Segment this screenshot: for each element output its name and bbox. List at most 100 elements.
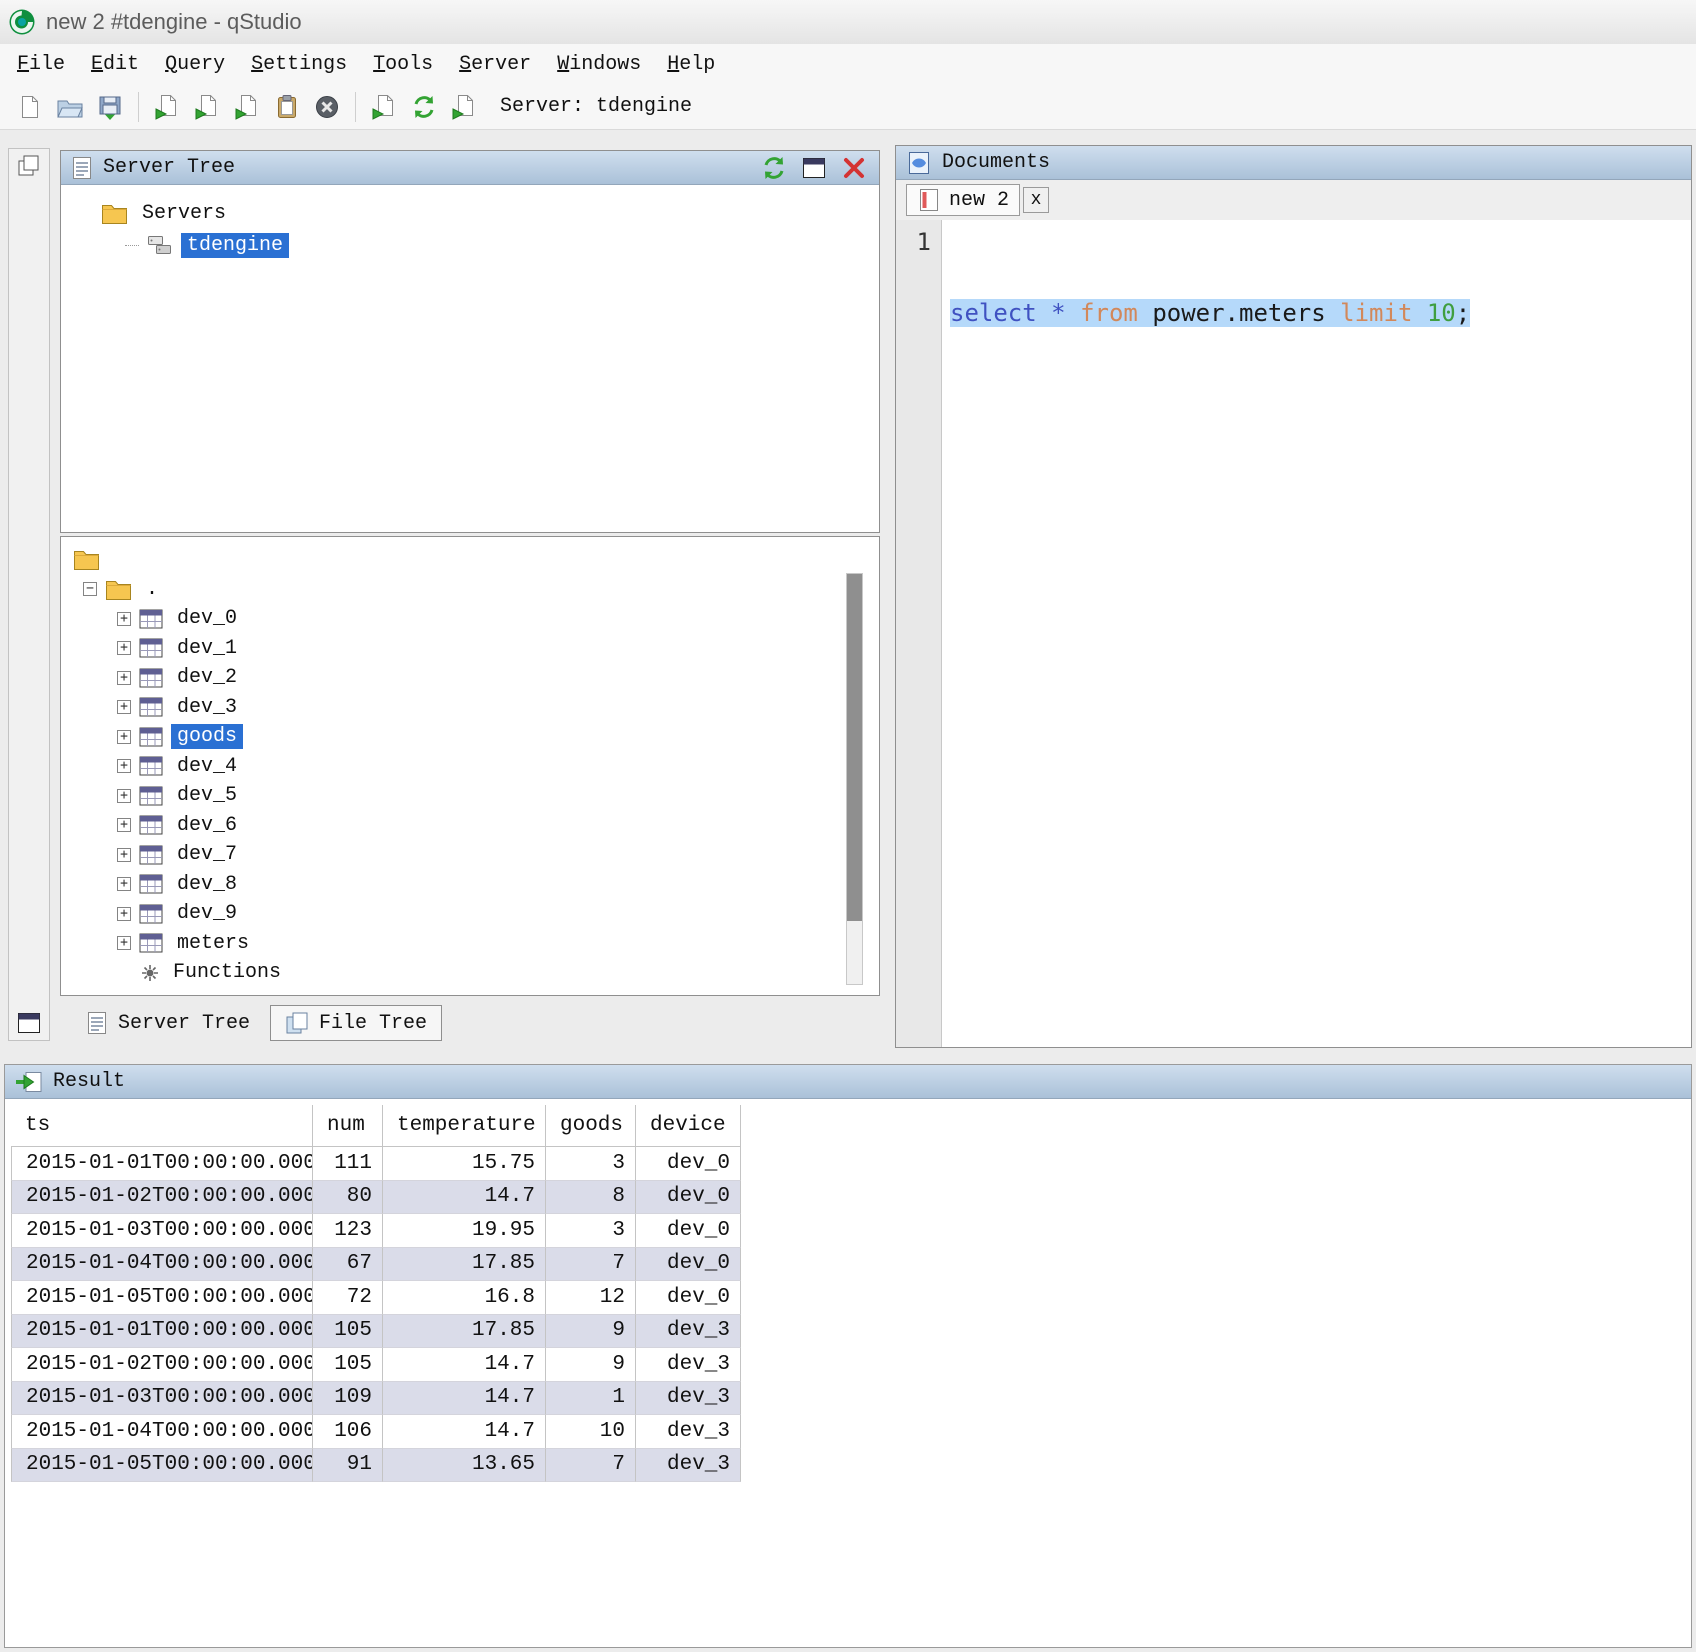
scrollbar-thumb[interactable] <box>847 574 862 921</box>
menu-settings[interactable]: Settings <box>238 48 360 81</box>
table-cell[interactable]: 16.8 <box>383 1281 546 1315</box>
column-header-temperature[interactable]: temperature <box>383 1105 546 1147</box>
execute-statement-icon[interactable] <box>190 90 224 124</box>
table-cell[interactable]: 17.85 <box>383 1315 546 1349</box>
tree-root-folder[interactable] <box>73 545 879 575</box>
table-cell[interactable]: 15.75 <box>383 1147 546 1181</box>
table-cell[interactable]: 2015-01-05T00:00:00.000000 <box>11 1281 313 1315</box>
maximize-icon[interactable] <box>799 154 829 182</box>
column-header-goods[interactable]: goods <box>546 1105 636 1147</box>
table-cell[interactable]: 14.7 <box>383 1181 546 1215</box>
table-row[interactable]: 2015-01-01T00:00:00.00000011115.753dev_0 <box>11 1147 741 1181</box>
expand-box-icon[interactable]: + <box>117 612 131 626</box>
table-cell[interactable]: 105 <box>313 1348 383 1382</box>
paste-icon[interactable] <box>270 90 304 124</box>
table-cell[interactable]: 106 <box>313 1415 383 1449</box>
table-row[interactable]: 2015-01-02T00:00:00.0000008014.78dev_0 <box>11 1181 741 1215</box>
table-cell[interactable]: 91 <box>313 1449 383 1483</box>
table-cell[interactable]: dev_0 <box>636 1147 741 1181</box>
tree-node-dev_8[interactable]: + dev_8 <box>117 870 879 900</box>
table-cell[interactable]: 1 <box>546 1382 636 1416</box>
table-row[interactable]: 2015-01-03T00:00:00.00000012319.953dev_0 <box>11 1214 741 1248</box>
tree-node-dev_9[interactable]: +dev_9 <box>117 899 879 929</box>
sql-editor[interactable]: 1 select * from power.meters limit 10; <box>896 220 1691 1047</box>
table-cell[interactable]: dev_3 <box>636 1315 741 1349</box>
tree-node-dev_0[interactable]: + dev_0 <box>117 604 879 634</box>
tree-node-dev_4[interactable]: + dev_4 <box>117 752 879 782</box>
functions-label[interactable]: Functions <box>167 960 287 985</box>
restore-panels-icon[interactable] <box>16 153 42 179</box>
tree-node-label[interactable]: dev_5 <box>171 783 243 808</box>
expand-box-icon[interactable]: + <box>117 759 131 773</box>
server-selector[interactable]: tdengine <box>596 95 692 118</box>
expand-box-icon[interactable]: + <box>117 700 131 714</box>
table-cell[interactable]: 2015-01-03T00:00:00.000000 <box>11 1382 313 1416</box>
server-node-label[interactable]: tdengine <box>181 233 289 258</box>
table-cell[interactable]: dev_0 <box>636 1248 741 1282</box>
table-cell[interactable]: 12 <box>546 1281 636 1315</box>
table-cell[interactable]: 13.65 <box>383 1449 546 1483</box>
table-cell[interactable]: dev_0 <box>636 1214 741 1248</box>
tree-node-label[interactable]: dev_0 <box>171 606 243 631</box>
document-tab-close-button[interactable]: x <box>1023 187 1049 213</box>
table-cell[interactable]: 3 <box>546 1147 636 1181</box>
tree-node-servers[interactable]: Servers <box>101 197 879 229</box>
send-query-icon[interactable] <box>447 90 481 124</box>
table-cell[interactable]: 7 <box>546 1449 636 1483</box>
open-file-icon[interactable] <box>53 90 87 124</box>
stop-icon[interactable] <box>310 90 344 124</box>
table-cell[interactable]: 2015-01-01T00:00:00.000000 <box>11 1147 313 1181</box>
menu-file[interactable]: File <box>4 48 78 81</box>
tree-node-label[interactable]: dev_9 <box>171 901 243 926</box>
expand-box-icon[interactable]: + <box>117 730 131 744</box>
refresh-server-icon[interactable] <box>407 90 441 124</box>
tree-node-functions[interactable]: Functions <box>141 958 879 988</box>
close-icon[interactable] <box>839 154 869 182</box>
table-cell[interactable]: 80 <box>313 1181 383 1215</box>
document-tab-new-2[interactable]: new 2 <box>906 184 1020 216</box>
menu-tools[interactable]: Tools <box>360 48 446 81</box>
table-cell[interactable]: 2015-01-04T00:00:00.000000 <box>11 1248 313 1282</box>
expand-box-icon[interactable]: + <box>117 671 131 685</box>
tree-node-dev_5[interactable]: +dev_5 <box>117 781 879 811</box>
table-cell[interactable]: 14.7 <box>383 1348 546 1382</box>
tree-node-label[interactable]: dev_6 <box>171 813 243 838</box>
tree-node-dev_7[interactable]: +dev_7 <box>117 840 879 870</box>
table-cell[interactable]: 2015-01-05T00:00:00.000000 <box>11 1449 313 1483</box>
run-script-icon[interactable] <box>367 90 401 124</box>
table-cell[interactable]: 111 <box>313 1147 383 1181</box>
tree-node-tdengine[interactable]: tdengine <box>125 229 879 261</box>
tree-node-meters[interactable]: +meters <box>117 929 879 959</box>
refresh-icon[interactable] <box>759 154 789 182</box>
table-cell[interactable]: 2015-01-02T00:00:00.000000 <box>11 1181 313 1215</box>
table-cell[interactable]: 8 <box>546 1181 636 1215</box>
table-cell[interactable]: 2015-01-01T00:00:00.000000 <box>11 1315 313 1349</box>
tree-node-label[interactable]: dev_1 <box>171 636 243 661</box>
execute-line-icon[interactable] <box>230 90 264 124</box>
table-cell[interactable]: 109 <box>313 1382 383 1416</box>
tree-node-goods[interactable]: + goods <box>117 722 879 752</box>
tree-node-label[interactable]: goods <box>171 724 243 749</box>
minimized-window-icon[interactable] <box>17 1012 41 1034</box>
menu-help[interactable]: Help <box>654 48 728 81</box>
tree-node-dot[interactable]: − . <box>83 575 879 605</box>
tab-server-tree[interactable]: Server Tree <box>72 1005 264 1041</box>
tree-node-label[interactable]: dev_7 <box>171 842 243 867</box>
table-cell[interactable]: 67 <box>313 1248 383 1282</box>
tree-node-label[interactable]: meters <box>171 931 255 956</box>
tree-node-label[interactable]: dev_8 <box>171 872 243 897</box>
execute-all-icon[interactable] <box>150 90 184 124</box>
expand-box-icon[interactable]: + <box>117 877 131 891</box>
table-cell[interactable]: 2015-01-04T00:00:00.000000 <box>11 1415 313 1449</box>
servers-root-label[interactable]: Servers <box>136 201 232 226</box>
tree-node-dev_1[interactable]: +dev_1 <box>117 634 879 664</box>
table-cell[interactable]: 19.95 <box>383 1214 546 1248</box>
table-cell[interactable]: 9 <box>546 1315 636 1349</box>
table-cell[interactable]: 2015-01-02T00:00:00.000000 <box>11 1348 313 1382</box>
tab-file-tree[interactable]: File Tree <box>270 1005 442 1041</box>
menu-query[interactable]: Query <box>152 48 238 81</box>
table-cell[interactable]: 10 <box>546 1415 636 1449</box>
tree-node-dev_3[interactable]: +dev_3 <box>117 693 879 723</box>
tree-node-label[interactable]: dev_4 <box>171 754 243 779</box>
menu-edit[interactable]: Edit <box>78 48 152 81</box>
